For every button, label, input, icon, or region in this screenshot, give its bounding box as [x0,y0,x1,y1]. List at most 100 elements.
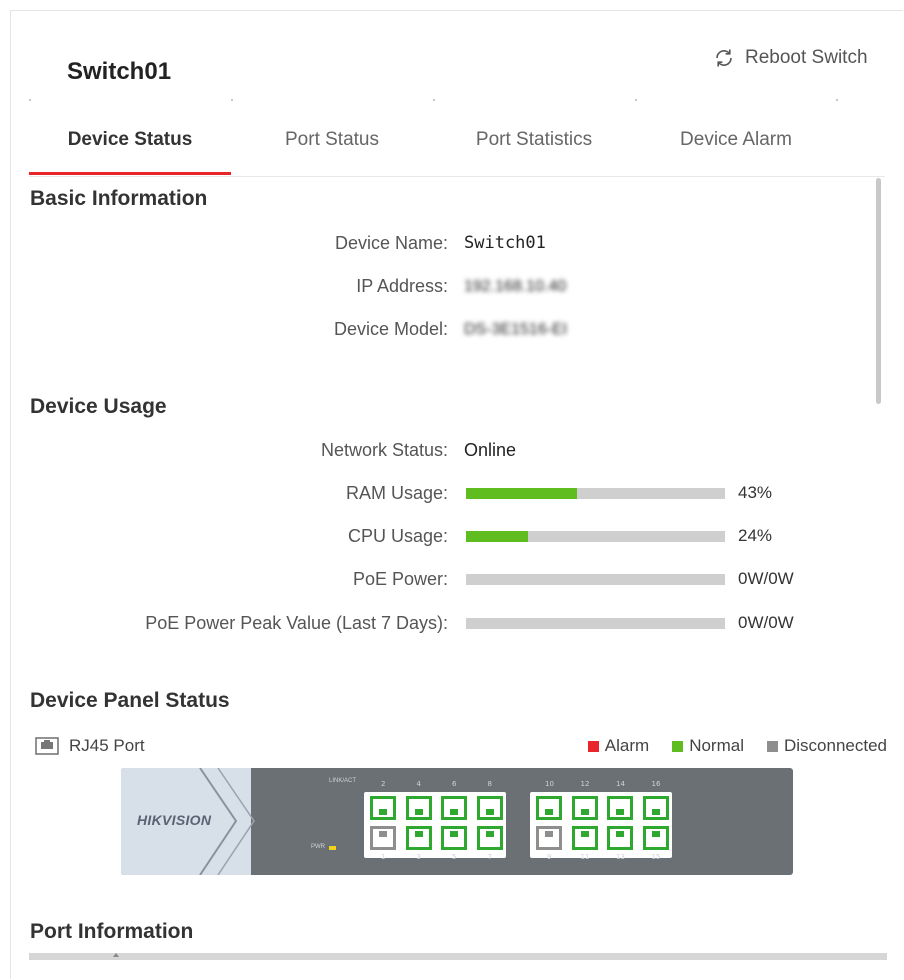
port-11-jack-icon [580,831,589,837]
legend-normal-swatch [672,740,684,752]
port-4-jack-icon [414,809,423,815]
hikvision-logo: HIKVISION [137,812,212,828]
legend-alarm: Alarm [587,736,650,756]
reboot-switch-label: Reboot Switch [745,47,868,68]
port-number-label: 13 [616,853,625,861]
cpu-usage-bar [466,531,725,542]
port-2[interactable] [370,796,396,820]
port-number-label: 15 [651,853,661,861]
status-legend: Alarm Normal Disconnected [565,736,887,756]
device-name-row: Device Name: Switch01 [0,233,900,259]
reboot-switch-button[interactable]: Reboot Switch [713,44,868,72]
network-status-row: Network Status: Online [0,440,900,466]
port-6-jack-icon [450,809,458,815]
tab-bar: Device Status Port Status Port Statistic… [29,118,885,177]
device-panel-status-heading: Device Panel Status [30,689,230,712]
port-16-jack-icon [651,809,660,815]
rj45-port-icon [35,737,59,755]
port-3[interactable] [405,826,432,850]
ram-usage-fill [466,488,578,499]
port-12[interactable] [571,796,598,820]
port-14[interactable] [607,796,633,820]
port-10[interactable] [536,796,562,820]
tab-device-alarm[interactable]: Device Alarm [635,118,837,174]
port-number-label: 1 [381,853,386,861]
device-model-value: DS-3E1516-EI [464,321,568,338]
tab-device-status[interactable]: Device Status [29,118,231,175]
cpu-usage-fill [466,531,529,542]
page-title: Switch01 [67,58,172,85]
port-number-label: 14 [616,780,625,788]
device-usage-heading: Device Usage [30,395,167,418]
port-12-jack-icon [580,809,589,815]
port-13[interactable] [607,826,633,850]
legend-disconnected: Disconnected [766,736,887,756]
port-8[interactable] [476,796,503,820]
legend-normal-label: Normal [689,736,744,755]
panel-legend-bar: RJ45 Port Alarm Normal Disconnected [35,736,887,758]
cpu-usage-row: CPU Usage: 24% [0,526,900,552]
device-model-label: Device Model: [333,319,448,339]
port-1-jack-icon [379,831,387,837]
port-14-jack-icon [616,809,624,815]
port-6[interactable] [441,796,467,820]
ip-address-row: IP Address: 192.168.10.40 [0,276,900,302]
port-7[interactable] [476,826,503,850]
port-number-label: 5 [452,853,457,861]
cpu-usage-label: CPU Usage: [347,526,448,546]
poe-power-label: PoE Power: [352,569,448,589]
tab-port-status[interactable]: Port Status [231,118,433,174]
link-act-label: LINK/ACT [329,778,357,784]
poe-peak-label: PoE Power Peak Value (Last 7 Days): [145,613,448,633]
port-1[interactable] [370,826,396,850]
poe-peak-value: 0W/0W [738,613,794,632]
port-number-label: 2 [381,780,386,788]
network-status-label: Network Status: [320,440,448,460]
port-number-label: 16 [651,780,661,788]
port-number-label: 6 [452,780,457,788]
device-name-label: Device Name: [334,233,448,253]
port-info-table-header [29,953,887,960]
poe-peak-bar [466,618,725,629]
header-divider [0,99,904,101]
port-number-label: 10 [545,780,554,788]
poe-power-value: 0W/0W [738,569,794,588]
rj45-port-indicator: RJ45 Port [35,736,145,756]
port-number-label: 4 [416,780,421,788]
tab-port-statistics[interactable]: Port Statistics [433,118,635,174]
port-5[interactable] [441,826,467,850]
port-13-jack-icon [616,831,624,837]
rj45-port-label: RJ45 Port [69,736,145,755]
port-4[interactable] [405,796,432,820]
pwr-label: PWR [311,844,325,850]
poe-peak-row: PoE Power Peak Value (Last 7 Days): 0W/0… [0,613,900,639]
port-8-jack-icon [485,809,494,815]
port-information-heading: Port Information [30,920,194,943]
port-11[interactable] [571,826,598,850]
poe-power-row: PoE Power: 0W/0W [0,569,900,595]
port-16[interactable] [642,796,669,820]
sort-caret-icon[interactable] [113,953,119,957]
port-9[interactable] [536,826,562,850]
device-name-value: Switch01 [464,233,546,253]
port-15-jack-icon [651,831,660,837]
legend-disconnected-swatch [766,740,778,752]
poe-power-bar [466,574,725,585]
legend-alarm-swatch [587,740,599,752]
ip-address-value: 192.168.10.40 [464,278,567,295]
port-3-jack-icon [414,831,423,837]
device-model-row: Device Model: DS-3E1516-EI [0,319,900,345]
ram-usage-percent: 43% [738,483,773,502]
port-number-label: 12 [580,780,590,788]
ip-address-label: IP Address: [356,276,448,296]
legend-alarm-label: Alarm [604,736,650,755]
ram-usage-row: RAM Usage: 43% [0,483,900,509]
legend-disconnected-label: Disconnected [783,736,887,755]
legend-normal: Normal [672,736,744,756]
port-15[interactable] [642,826,669,850]
port-9-jack-icon [545,831,553,837]
switch-panel: HIKVISION LINK/ACT PWR 1 2 3 4 5 6 7 8 9 10 11 12 13… [121,768,793,875]
network-status-value: Online [464,440,517,460]
ram-usage-label: RAM Usage: [345,483,448,503]
ram-usage-bar [466,488,725,499]
